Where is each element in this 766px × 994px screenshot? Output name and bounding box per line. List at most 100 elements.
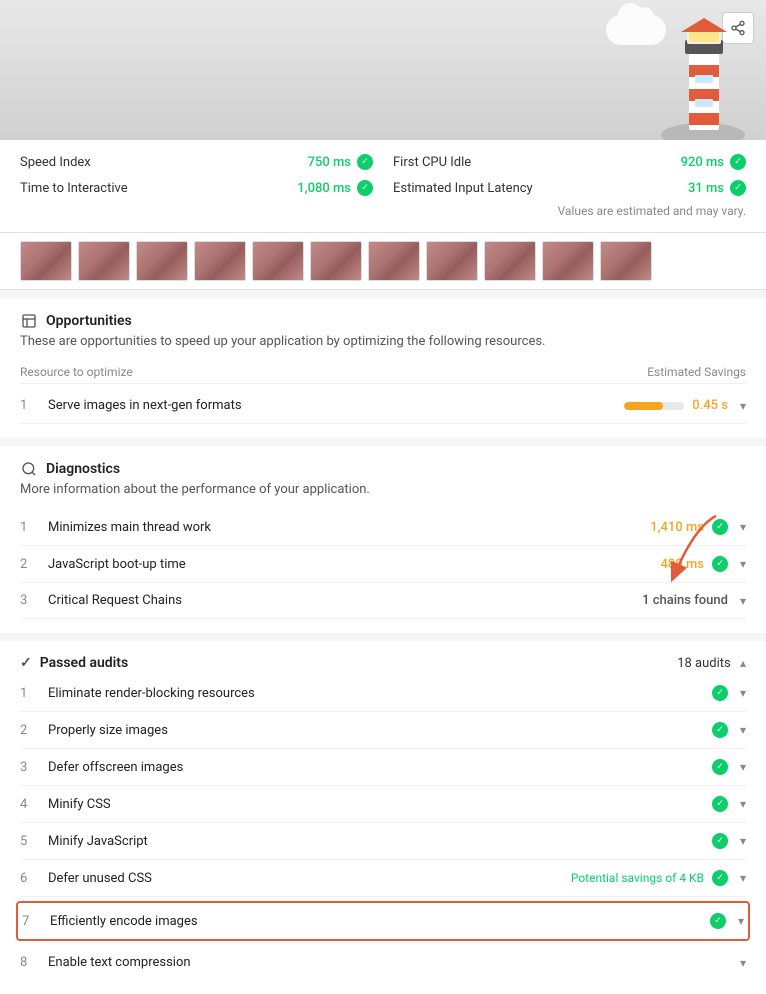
opportunity-chevron-1[interactable]: ▾	[740, 399, 746, 413]
passed-row-8[interactable]: 8 Enable text compression ▾	[20, 945, 746, 980]
savings-bar-fill-1	[624, 402, 663, 410]
passed-chevron-8[interactable]: ▾	[740, 956, 746, 970]
passed-num-3: 3	[20, 760, 40, 775]
metric-tti-value: 1,080 ms ✓	[297, 180, 373, 196]
passed-audits-title: Passed audits	[40, 655, 128, 671]
passed-label-7: Efficiently encode images	[42, 914, 710, 929]
passed-value-3: ✓ ▾	[712, 759, 746, 775]
passed-row-2[interactable]: 2 Properly size images ✓ ▾	[20, 712, 746, 749]
opportunity-row-1[interactable]: 1 Serve images in next-gen formats 0.45 …	[20, 388, 746, 424]
savings-value-1: 0.45 s	[692, 398, 728, 413]
opportunity-label-1: Serve images in next-gen formats	[40, 398, 624, 413]
metric-first-cpu-idle-label: First CPU Idle	[393, 155, 471, 170]
passed-chevron-1[interactable]: ▾	[740, 686, 746, 700]
passed-value-2: ✓ ▾	[712, 722, 746, 738]
diagnostics-header: Diagnostics	[20, 460, 746, 478]
opportunities-icon	[20, 312, 38, 330]
col-resource: Resource to optimize	[20, 365, 133, 379]
diagnostics-desc: More information about the performance o…	[20, 482, 746, 497]
passed-row-7[interactable]: 7 Efficiently encode images ✓ ▾	[16, 901, 750, 941]
passed-num-6: 6	[20, 871, 40, 886]
metric-speed-index: Speed Index 750 ms ✓	[20, 154, 373, 170]
passed-label-4: Minify CSS	[40, 797, 712, 812]
metric-first-cpu-idle-value: 920 ms ✓	[681, 154, 746, 170]
passed-row-3[interactable]: 3 Defer offscreen images ✓ ▾	[20, 749, 746, 786]
diag-num-3: 3	[20, 593, 40, 608]
passed-check-5: ✓	[712, 833, 728, 849]
col-savings: Estimated Savings	[647, 365, 746, 379]
passed-check-1: ✓	[712, 685, 728, 701]
passed-chevron-7[interactable]: ▾	[738, 914, 744, 928]
passed-checkmark-icon: ✓	[20, 655, 32, 671]
speed-index-check: ✓	[357, 154, 373, 170]
passed-chevron-6[interactable]: ▾	[740, 871, 746, 885]
diag-val-text-3: 1 chains found	[642, 593, 728, 608]
passed-value-1: ✓ ▾	[712, 685, 746, 701]
passed-audits-count: 18 audits ▴	[677, 656, 746, 671]
passed-audits-section: ✓ Passed audits 18 audits ▴ 1 Eliminate …	[0, 633, 766, 994]
passed-num-5: 5	[20, 834, 40, 849]
filmstrip-frame-10	[542, 241, 594, 281]
metrics-grid: Speed Index 750 ms ✓ First CPU Idle 920 …	[20, 154, 746, 196]
passed-audits-header[interactable]: ✓ Passed audits 18 audits ▴	[20, 655, 746, 671]
opportunity-value-1: 0.45 s ▾	[624, 398, 746, 413]
diag-row-2[interactable]: 2 JavaScript boot-up time 480 ms ✓ ▾	[20, 546, 746, 583]
metric-input-latency-value: 31 ms ✓	[688, 180, 746, 196]
opportunities-desc: These are opportunities to speed up your…	[20, 334, 746, 349]
passed-check-7: ✓	[710, 913, 726, 929]
passed-value-7: ✓ ▾	[710, 913, 744, 929]
passed-row-1[interactable]: 1 Eliminate render-blocking resources ✓ …	[20, 675, 746, 712]
filmstrip-frame-6	[310, 241, 362, 281]
metric-first-cpu-idle: First CPU Idle 920 ms ✓	[393, 154, 746, 170]
passed-value-5: ✓ ▾	[712, 833, 746, 849]
diagnostics-section: Diagnostics More information about the p…	[0, 438, 766, 633]
passed-check-2: ✓	[712, 722, 728, 738]
filmstrip-frame-3	[136, 241, 188, 281]
passed-num-7: 7	[22, 914, 42, 929]
diagnostics-icon	[20, 460, 38, 478]
passed-row-6[interactable]: 6 Defer unused CSS Potential savings of …	[20, 860, 746, 897]
diag-label-3: Critical Request Chains	[40, 593, 642, 608]
metrics-section: Speed Index 750 ms ✓ First CPU Idle 920 …	[0, 140, 766, 233]
passed-check-4: ✓	[712, 796, 728, 812]
filmstrip-frame-1	[20, 241, 72, 281]
passed-row-5[interactable]: 5 Minify JavaScript ✓ ▾	[20, 823, 746, 860]
passed-value-8: ▾	[736, 956, 746, 970]
header-banner	[0, 0, 766, 140]
metric-input-latency: Estimated Input Latency 31 ms ✓	[393, 180, 746, 196]
metric-tti-label: Time to Interactive	[20, 181, 128, 196]
metric-input-latency-label: Estimated Input Latency	[393, 181, 533, 196]
estimated-note: Values are estimated and may vary.	[20, 204, 746, 218]
passed-chevron-4[interactable]: ▾	[740, 797, 746, 811]
opportunities-section: Opportunities These are opportunities to…	[0, 298, 766, 438]
potential-savings-6: Potential savings of 4 KB	[571, 871, 704, 885]
passed-chevron-3[interactable]: ▾	[740, 760, 746, 774]
opportunities-title: Opportunities	[46, 313, 132, 329]
diag-chevron-3[interactable]: ▾	[740, 594, 746, 608]
passed-chevron-up[interactable]: ▴	[740, 656, 746, 670]
diag-num-2: 2	[20, 557, 40, 572]
filmstrip-frame-5	[252, 241, 304, 281]
passed-chevron-5[interactable]: ▾	[740, 834, 746, 848]
passed-num-2: 2	[20, 723, 40, 738]
diag-row-3[interactable]: 3 Critical Request Chains 1 chains found…	[20, 583, 746, 619]
passed-check-3: ✓	[712, 759, 728, 775]
passed-label-6: Defer unused CSS	[40, 871, 571, 886]
filmstrip-frame-11	[600, 241, 652, 281]
input-latency-check: ✓	[730, 180, 746, 196]
passed-num-8: 8	[20, 955, 40, 970]
passed-label-8: Enable text compression	[40, 955, 736, 970]
diag-num-1: 1	[20, 520, 40, 535]
metric-speed-index-value: 750 ms ✓	[308, 154, 373, 170]
opportunity-num-1: 1	[20, 398, 40, 413]
metric-tti: Time to Interactive 1,080 ms ✓	[20, 180, 373, 196]
passed-row-4[interactable]: 4 Minify CSS ✓ ▾	[20, 786, 746, 823]
filmstrip-frame-2	[78, 241, 130, 281]
cloud-decoration	[606, 15, 666, 45]
diag-label-2: JavaScript boot-up time	[40, 557, 661, 572]
arrow-annotation	[636, 506, 756, 586]
lighthouse-illustration	[661, 10, 746, 140]
passed-num-4: 4	[20, 797, 40, 812]
opportunities-header: Opportunities	[20, 312, 746, 330]
passed-chevron-2[interactable]: ▾	[740, 723, 746, 737]
